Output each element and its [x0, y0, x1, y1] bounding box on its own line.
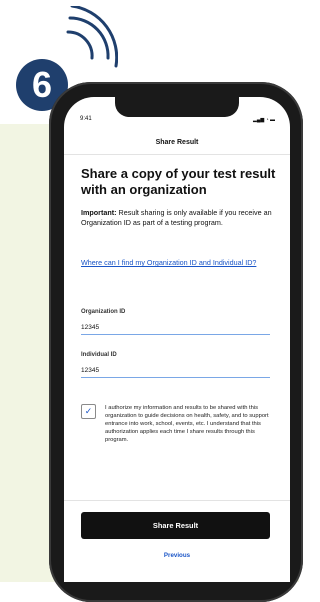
share-result-button[interactable]: Share Result — [81, 512, 270, 539]
important-note: Important: Result sharing is only availa… — [81, 208, 276, 228]
status-icons: ▂▄▆ ◔ ▬ — [253, 117, 276, 123]
organization-id-label: Organization ID — [81, 309, 126, 315]
page-title: Share Result — [155, 139, 199, 146]
section-heading: Share a copy of your test result with an… — [81, 166, 276, 197]
wireless-signal-icon — [66, 6, 118, 68]
find-ids-help-link[interactable]: Where can I find my Organization ID and … — [81, 258, 276, 268]
consent-checkbox[interactable]: ✓ — [81, 404, 96, 419]
consent-text: I authorize my information and results t… — [105, 405, 269, 443]
important-label: Important: — [81, 208, 117, 217]
organization-id-input[interactable]: 12345 — [81, 321, 270, 335]
status-time: 9:41 — [80, 116, 92, 122]
footer-divider — [64, 500, 290, 501]
individual-id-label: Individual ID — [81, 352, 117, 358]
previous-link[interactable]: Previous — [64, 552, 290, 559]
individual-id-input[interactable]: 12345 — [81, 364, 270, 378]
header-divider — [64, 154, 290, 155]
phone-notch — [115, 97, 239, 117]
